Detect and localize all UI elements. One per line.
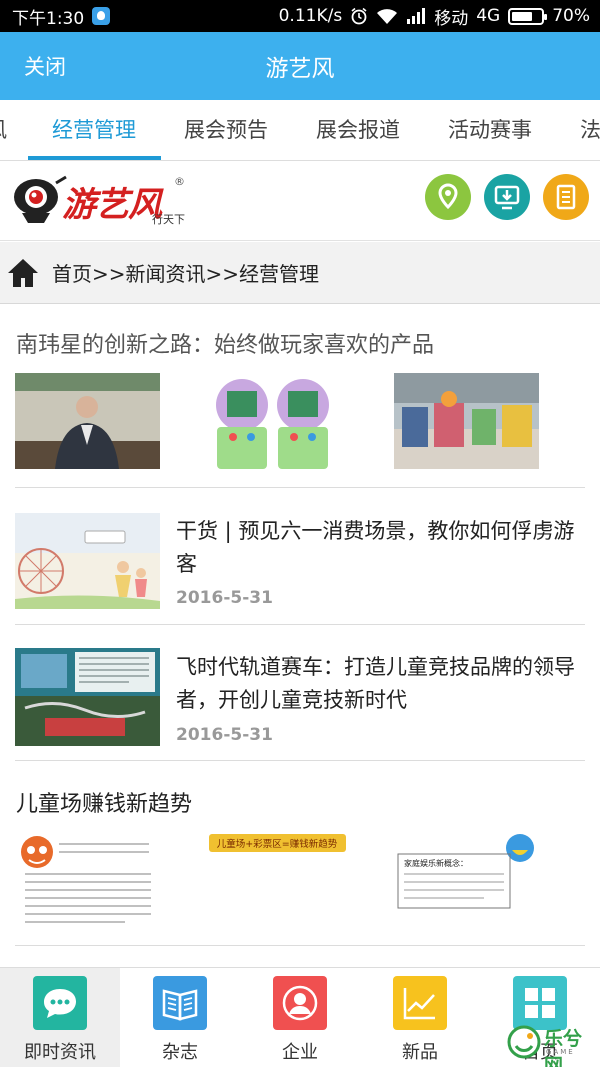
article-date: 2016-5-31 (176, 725, 273, 745)
article-title[interactable]: 儿童场赚钱新趋势 (16, 786, 192, 818)
nav-item-magazine[interactable]: 杂志 (120, 968, 240, 1067)
article-thumbnail[interactable] (15, 513, 160, 609)
status-bar: 下午1:30 0.11K/s 移动 4G 70% (0, 0, 600, 32)
battery-level-fill (512, 11, 532, 21)
watermark-subtext: GAME (546, 1048, 575, 1056)
wifi-icon (377, 9, 398, 24)
document-button[interactable] (543, 174, 589, 220)
home-icon[interactable] (6, 256, 40, 290)
category-tabs: 风 经营管理 展会预告 展会报道 活动赛事 法 (0, 100, 600, 161)
alarm-icon (351, 7, 367, 25)
article-image-arcade[interactable] (205, 373, 350, 469)
carrier-label: 移动 (434, 8, 469, 29)
message-notification-icon (92, 7, 111, 25)
article-list: 南玮星的创新之路：始终做玩家喜欢的产品 干货 | 预见六一消费场景，教你如何俘虏… (0, 305, 600, 967)
map-pin-icon (438, 183, 458, 210)
page-title: 游艺风 (265, 56, 335, 82)
registered-mark: ® (174, 175, 185, 188)
watermark-text: 乐兮网 (544, 1028, 583, 1067)
monitor-download-icon (494, 185, 520, 210)
close-button[interactable]: 关闭 (24, 51, 66, 81)
tab-partial-left[interactable]: 风 (0, 100, 7, 160)
tab-business-management[interactable]: 经营管理 (52, 100, 136, 160)
article-title[interactable]: 飞时代轨道赛车：打造儿童竞技品牌的领导者，开创儿童竞技新时代 (176, 651, 586, 717)
article-date: 2016-5-31 (176, 588, 273, 608)
article-image-banner[interactable]: 儿童场+彩票区=赚钱新趋势 (205, 830, 350, 930)
nav-item-news[interactable]: 即时资讯 (0, 968, 120, 1067)
chart-icon (393, 976, 447, 1030)
tab-exhibition-report[interactable]: 展会报道 (316, 100, 400, 160)
brand-bar: 游艺风 ® 行天下 (0, 161, 600, 241)
watermark-logo-icon (507, 1025, 541, 1059)
network-speed: 0.11K/s (278, 6, 343, 26)
divider (15, 624, 585, 625)
download-button[interactable] (484, 174, 530, 220)
network-type: 4G (476, 6, 501, 26)
banner-text: 儿童场+彩票区=赚钱新趋势 (217, 838, 338, 850)
breadcrumb-path[interactable]: 首页>>新闻资讯>>经营管理 (52, 258, 319, 287)
article-image-mascot-doc[interactable] (15, 830, 160, 930)
camera-mascot-icon (14, 175, 67, 223)
doc-heading: 家庭娱乐新概念： (404, 858, 468, 868)
active-tab-indicator (28, 156, 161, 160)
divider (15, 945, 585, 946)
logo-text: 游艺风 (62, 185, 162, 225)
nav-label: 即时资讯 (24, 1042, 96, 1063)
battery-icon (508, 7, 548, 25)
watermark: 乐兮网 GAME (506, 1020, 600, 1067)
title-bar: 关闭 游艺风 (0, 32, 600, 100)
book-icon (153, 976, 207, 1030)
chat-icon (33, 976, 87, 1030)
nav-item-enterprise[interactable]: 企业 (240, 968, 360, 1067)
article-thumbnail[interactable] (15, 648, 160, 746)
document-icon (556, 184, 576, 210)
article-image-venue[interactable] (394, 373, 539, 469)
breadcrumb: 首页>>新闻资讯>>经营管理 (0, 242, 600, 304)
nav-label: 新品 (402, 1042, 438, 1063)
signal-icon (407, 8, 426, 24)
article-image-family-doc[interactable]: 家庭娱乐新概念： (394, 830, 539, 930)
tab-events-competitions[interactable]: 活动赛事 (448, 100, 532, 160)
location-button[interactable] (425, 174, 471, 220)
article-title[interactable]: 干货 | 预见六一消费场景，教你如何俘虏游客 (176, 515, 586, 581)
brand-logo: 游艺风 ® 行天下 (12, 173, 192, 229)
article-title[interactable]: 南玮星的创新之路：始终做玩家喜欢的产品 (16, 327, 434, 359)
tab-partial-right[interactable]: 法 (580, 100, 600, 160)
nav-item-new-products[interactable]: 新品 (360, 968, 480, 1067)
battery-percent: 70% (552, 6, 590, 26)
nav-label: 杂志 (162, 1042, 198, 1063)
article-image-portrait[interactable] (15, 373, 160, 469)
nav-label: 企业 (282, 1042, 318, 1063)
divider (15, 487, 585, 488)
user-icon (273, 976, 327, 1030)
logo-tagline: 行天下 (152, 213, 185, 226)
status-time: 下午1:30 (12, 8, 85, 29)
divider (15, 760, 585, 761)
tab-exhibition-preview[interactable]: 展会预告 (184, 100, 268, 160)
